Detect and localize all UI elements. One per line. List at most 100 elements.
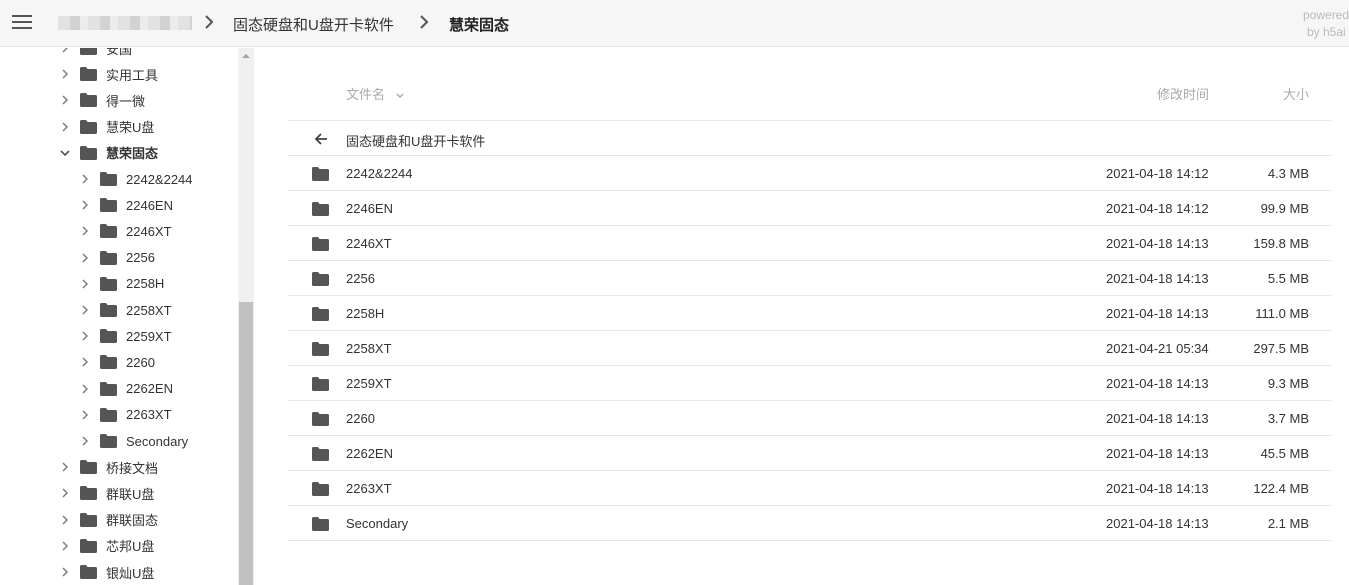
chevron-right-icon[interactable] [80, 305, 90, 315]
sidebar-item-2256[interactable]: 2256 [80, 247, 155, 269]
sidebar-tree: 安国实用工具得一微慧荣U盘慧荣固态 2242&2244 2246EN 2246XT 22… [0, 48, 238, 585]
chevron-right-icon[interactable] [80, 174, 90, 184]
sidebar-item-2246XT[interactable]: 2246XT [80, 220, 172, 242]
sidebar-item-2259XT[interactable]: 2259XT [80, 325, 172, 347]
sidebar-item-芯邦U盘[interactable]: 芯邦U盘 [60, 535, 154, 557]
sidebar-item-2263XT[interactable]: 2263XT [80, 404, 172, 426]
sidebar-item-群联U盘[interactable]: 群联U盘 [60, 482, 154, 504]
chevron-right-icon[interactable] [60, 122, 70, 132]
row-size: 122.4 MB [1253, 481, 1309, 496]
row-name[interactable]: 2262EN [346, 446, 393, 461]
table-row[interactable]: 2256 2021-04-18 14:13 5.5 MB [288, 261, 1332, 296]
sidebar-item-label: 2260 [126, 354, 155, 370]
sidebar-item-2258H[interactable]: 2258H [80, 273, 164, 295]
sidebar-item-桥接文档[interactable]: 桥接文档 [60, 456, 158, 478]
row-size: 45.5 MB [1260, 446, 1309, 461]
chevron-right-icon[interactable] [80, 384, 90, 394]
row-size: 99.9 MB [1260, 201, 1309, 216]
row-date: 2021-04-18 14:13 [1106, 446, 1209, 461]
row-name[interactable]: 2259XT [346, 376, 392, 391]
row-size: 2.1 MB [1267, 516, 1309, 531]
folder-icon [100, 407, 117, 422]
table-row[interactable]: 2258H 2021-04-18 14:13 111.0 MB [288, 296, 1332, 331]
chevron-right-icon[interactable] [80, 436, 90, 446]
sidebar-item-2246EN[interactable]: 2246EN [80, 194, 173, 216]
column-header-name[interactable]: 文件名 [346, 84, 405, 103]
row-date: 2021-04-18 14:13 [1106, 516, 1209, 531]
row-name[interactable]: 2263XT [346, 481, 392, 496]
chevron-right-icon[interactable] [60, 462, 70, 472]
sidebar-item-慧荣U盘[interactable]: 慧荣U盘 [60, 116, 154, 138]
table-row[interactable]: 2262EN 2021-04-18 14:13 45.5 MB [288, 436, 1332, 471]
breadcrumb-item[interactable]: 固态硬盘和U盘开卡软件 [233, 14, 394, 35]
chevron-right-icon[interactable] [80, 279, 90, 289]
sidebar-item-2262EN[interactable]: 2262EN [80, 378, 173, 400]
table-row[interactable]: 2246XT 2021-04-18 14:13 159.8 MB [288, 226, 1332, 261]
folder-icon [80, 48, 97, 55]
sidebar-scrollbar[interactable] [238, 48, 254, 585]
folder-icon [80, 538, 97, 553]
sidebar-item-实用工具[interactable]: 实用工具 [60, 63, 158, 85]
folder-icon [312, 202, 329, 216]
row-name[interactable]: 2258H [346, 306, 384, 321]
sidebar-item-label: 2258H [126, 276, 165, 292]
column-header-size[interactable]: 大小 [1283, 84, 1309, 103]
chevron-right-icon[interactable] [80, 410, 90, 420]
scroll-up-arrow-icon[interactable] [238, 48, 254, 64]
chevron-right-icon[interactable] [60, 541, 70, 551]
chevron-down-icon[interactable] [60, 148, 70, 158]
sidebar-item-Secondary[interactable]: Secondary [80, 430, 188, 452]
parent-folder-row[interactable]: 固态硬盘和U盘开卡软件 [288, 121, 1332, 156]
row-name[interactable]: 2246EN [346, 201, 393, 216]
folder-icon [80, 565, 97, 579]
chevron-right-icon[interactable] [80, 357, 90, 367]
chevron-right-icon[interactable] [60, 567, 70, 577]
table-row[interactable]: 2258XT 2021-04-21 05:34 297.5 MB [288, 331, 1332, 366]
breadcrumb-current[interactable]: 慧荣固态 [449, 14, 509, 35]
table-row[interactable]: 2242&2244 2021-04-18 14:12 4.3 MB [288, 156, 1332, 191]
folder-icon [100, 250, 117, 265]
table-row[interactable]: Secondary 2021-04-18 14:13 2.1 MB [288, 506, 1332, 541]
hamburger-menu-icon[interactable] [12, 15, 32, 31]
table-row[interactable]: 2260 2021-04-18 14:13 3.7 MB [288, 401, 1332, 436]
row-name[interactable]: 2260 [346, 411, 375, 426]
sidebar-item-安国[interactable]: 安国 [60, 48, 132, 59]
table-row[interactable]: 2259XT 2021-04-18 14:13 9.3 MB [288, 366, 1332, 401]
sidebar-item-2242&2244[interactable]: 2242&2244 [80, 168, 193, 190]
chevron-right-icon[interactable] [80, 331, 90, 341]
row-date: 2021-04-18 14:12 [1106, 166, 1209, 181]
scrollbar-thumb[interactable] [239, 302, 253, 585]
chevron-right-icon[interactable] [60, 69, 70, 79]
sidebar-item-银灿U盘[interactable]: 银灿U盘 [60, 561, 154, 583]
chevron-right-icon[interactable] [60, 488, 70, 498]
sidebar-item-得一微[interactable]: 得一微 [60, 89, 145, 111]
folder-icon [312, 237, 329, 251]
powered-line-2: by h5ai [1307, 25, 1346, 39]
chevron-right-icon[interactable] [60, 515, 70, 525]
sidebar-item-群联固态[interactable]: 群联固态 [60, 509, 158, 531]
powered-by-link[interactable]: powered by h5ai [1303, 7, 1349, 41]
row-name[interactable]: 2246XT [346, 236, 392, 251]
sidebar-item-2260[interactable]: 2260 [80, 351, 155, 373]
sidebar-item-2258XT[interactable]: 2258XT [80, 299, 172, 321]
row-name[interactable]: 2242&2244 [346, 166, 413, 181]
row-name[interactable]: Secondary [346, 516, 408, 531]
column-header-modified[interactable]: 修改时间 [1157, 84, 1209, 103]
sidebar-item-慧荣固态[interactable]: 慧荣固态 [60, 142, 158, 164]
breadcrumb-root-blurred[interactable] [58, 16, 192, 30]
folder-icon [80, 460, 97, 475]
folder-icon [100, 434, 117, 448]
chevron-right-icon[interactable] [60, 95, 70, 105]
sidebar-item-label: 2263XT [126, 407, 172, 423]
row-name[interactable]: 2258XT [346, 341, 392, 356]
row-name[interactable]: 2256 [346, 271, 375, 286]
chevron-right-icon[interactable] [80, 200, 90, 210]
chevron-right-icon[interactable] [60, 48, 70, 53]
table-row[interactable]: 2263XT 2021-04-18 14:13 122.4 MB [288, 471, 1332, 506]
folder-icon [312, 307, 329, 321]
table-row[interactable]: 2246EN 2021-04-18 14:12 99.9 MB [288, 191, 1332, 226]
sidebar-item-label: 2258XT [126, 302, 172, 318]
chevron-right-icon[interactable] [80, 253, 90, 263]
folder-icon [100, 198, 117, 213]
chevron-right-icon[interactable] [80, 226, 90, 236]
